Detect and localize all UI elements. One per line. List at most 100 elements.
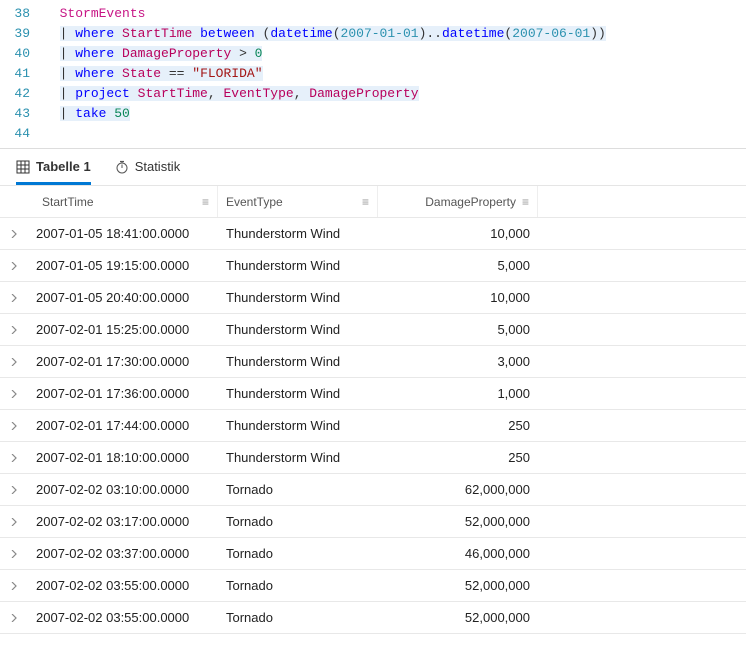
column-header-label: EventType xyxy=(226,195,283,209)
cell-damageproperty: 3,000 xyxy=(378,354,538,369)
column-menu-icon[interactable]: ≡ xyxy=(522,195,529,209)
expand-row-icon[interactable] xyxy=(0,518,28,526)
expand-row-icon[interactable] xyxy=(0,550,28,558)
line-number: 40 xyxy=(0,44,44,64)
cell-starttime: 2007-01-05 18:41:00.0000 xyxy=(28,226,218,241)
results-header-row: StartTime ≡ EventType ≡ DamageProperty ≡ xyxy=(0,186,746,218)
cell-starttime: 2007-02-02 03:55:00.0000 xyxy=(28,578,218,593)
results-tabs: Tabelle 1 Statistik xyxy=(0,149,746,186)
code-content[interactable]: | where DamageProperty > 0 xyxy=(44,44,746,64)
cell-starttime: 2007-02-02 03:55:00.0000 xyxy=(28,610,218,625)
column-header-damageproperty[interactable]: DamageProperty ≡ xyxy=(378,186,538,217)
cell-eventtype: Thunderstorm Wind xyxy=(218,258,378,273)
line-number: 41 xyxy=(0,64,44,84)
cell-starttime: 2007-02-01 17:30:00.0000 xyxy=(28,354,218,369)
cell-eventtype: Thunderstorm Wind xyxy=(218,354,378,369)
cell-starttime: 2007-02-01 17:44:00.0000 xyxy=(28,418,218,433)
code-line[interactable]: 40 | where DamageProperty > 0 xyxy=(0,44,746,64)
cell-damageproperty: 10,000 xyxy=(378,290,538,305)
column-menu-icon[interactable]: ≡ xyxy=(202,195,209,209)
expand-row-icon[interactable] xyxy=(0,230,28,238)
expand-row-icon[interactable] xyxy=(0,422,28,430)
cell-eventtype: Thunderstorm Wind xyxy=(218,386,378,401)
code-content[interactable]: | take 50 xyxy=(44,104,746,124)
table-row[interactable]: 2007-01-05 20:40:00.0000Thunderstorm Win… xyxy=(0,282,746,314)
tab-table[interactable]: Tabelle 1 xyxy=(16,159,91,185)
column-header-starttime[interactable]: StartTime ≡ xyxy=(28,186,218,217)
column-header-label: DamageProperty xyxy=(425,195,516,209)
table-row[interactable]: 2007-02-01 17:44:00.0000Thunderstorm Win… xyxy=(0,410,746,442)
cell-eventtype: Tornado xyxy=(218,514,378,529)
cell-damageproperty: 5,000 xyxy=(378,258,538,273)
cell-damageproperty: 250 xyxy=(378,450,538,465)
expand-row-icon[interactable] xyxy=(0,486,28,494)
cell-starttime: 2007-01-05 20:40:00.0000 xyxy=(28,290,218,305)
cell-eventtype: Tornado xyxy=(218,546,378,561)
code-line[interactable]: 38 StormEvents xyxy=(0,4,746,24)
query-editor[interactable]: 38 StormEvents39 | where StartTime betwe… xyxy=(0,0,746,149)
cell-eventtype: Thunderstorm Wind xyxy=(218,450,378,465)
code-line[interactable]: 42 | project StartTime, EventType, Damag… xyxy=(0,84,746,104)
table-row[interactable]: 2007-02-01 15:25:00.0000Thunderstorm Win… xyxy=(0,314,746,346)
code-content[interactable]: | where State == "FLORIDA" xyxy=(44,64,746,84)
code-line[interactable]: 43 | take 50 xyxy=(0,104,746,124)
cell-damageproperty: 52,000,000 xyxy=(378,578,538,593)
cell-damageproperty: 5,000 xyxy=(378,322,538,337)
cell-eventtype: Thunderstorm Wind xyxy=(218,322,378,337)
expand-row-icon[interactable] xyxy=(0,262,28,270)
line-number: 44 xyxy=(0,124,44,144)
cell-starttime: 2007-02-02 03:10:00.0000 xyxy=(28,482,218,497)
results-grid: StartTime ≡ EventType ≡ DamageProperty ≡… xyxy=(0,186,746,634)
expand-row-icon[interactable] xyxy=(0,358,28,366)
expand-row-icon[interactable] xyxy=(0,454,28,462)
table-row[interactable]: 2007-02-02 03:10:00.0000Tornado62,000,00… xyxy=(0,474,746,506)
code-line[interactable]: 41 | where State == "FLORIDA" xyxy=(0,64,746,84)
cell-eventtype: Tornado xyxy=(218,482,378,497)
cell-damageproperty: 52,000,000 xyxy=(378,514,538,529)
cell-eventtype: Tornado xyxy=(218,578,378,593)
cell-starttime: 2007-01-05 19:15:00.0000 xyxy=(28,258,218,273)
expand-row-icon[interactable] xyxy=(0,294,28,302)
line-number: 39 xyxy=(0,24,44,44)
cell-damageproperty: 10,000 xyxy=(378,226,538,241)
code-content[interactable]: | where StartTime between (datetime(2007… xyxy=(44,24,746,44)
cell-eventtype: Tornado xyxy=(218,610,378,625)
table-icon xyxy=(16,160,30,174)
line-number: 42 xyxy=(0,84,44,104)
table-row[interactable]: 2007-02-02 03:37:00.0000Tornado46,000,00… xyxy=(0,538,746,570)
cell-damageproperty: 250 xyxy=(378,418,538,433)
stopwatch-icon xyxy=(115,160,129,174)
cell-damageproperty: 46,000,000 xyxy=(378,546,538,561)
table-row[interactable]: 2007-02-01 18:10:00.0000Thunderstorm Win… xyxy=(0,442,746,474)
code-content[interactable]: | project StartTime, EventType, DamagePr… xyxy=(44,84,746,104)
tab-statistics-label: Statistik xyxy=(135,159,181,174)
table-row[interactable]: 2007-02-02 03:55:00.0000Tornado52,000,00… xyxy=(0,602,746,634)
table-row[interactable]: 2007-02-02 03:55:00.0000Tornado52,000,00… xyxy=(0,570,746,602)
table-row[interactable]: 2007-01-05 18:41:00.0000Thunderstorm Win… xyxy=(0,218,746,250)
cell-starttime: 2007-02-01 15:25:00.0000 xyxy=(28,322,218,337)
tab-statistics[interactable]: Statistik xyxy=(115,159,181,185)
table-row[interactable]: 2007-02-02 03:17:00.0000Tornado52,000,00… xyxy=(0,506,746,538)
tab-table-label: Tabelle 1 xyxy=(36,159,91,174)
table-row[interactable]: 2007-02-01 17:36:00.0000Thunderstorm Win… xyxy=(0,378,746,410)
cell-eventtype: Thunderstorm Wind xyxy=(218,290,378,305)
code-content[interactable] xyxy=(44,124,746,144)
cell-damageproperty: 52,000,000 xyxy=(378,610,538,625)
expand-row-icon[interactable] xyxy=(0,614,28,622)
line-number: 43 xyxy=(0,104,44,124)
expand-row-icon[interactable] xyxy=(0,390,28,398)
code-line[interactable]: 39 | where StartTime between (datetime(2… xyxy=(0,24,746,44)
cell-starttime: 2007-02-02 03:17:00.0000 xyxy=(28,514,218,529)
expand-row-icon[interactable] xyxy=(0,582,28,590)
code-line[interactable]: 44 xyxy=(0,124,746,144)
code-content[interactable]: StormEvents xyxy=(44,4,746,24)
column-header-label: StartTime xyxy=(42,195,94,209)
column-menu-icon[interactable]: ≡ xyxy=(362,195,369,209)
line-number: 38 xyxy=(0,4,44,24)
cell-starttime: 2007-02-01 18:10:00.0000 xyxy=(28,450,218,465)
expand-row-icon[interactable] xyxy=(0,326,28,334)
column-header-eventtype[interactable]: EventType ≡ xyxy=(218,186,378,217)
table-row[interactable]: 2007-02-01 17:30:00.0000Thunderstorm Win… xyxy=(0,346,746,378)
table-row[interactable]: 2007-01-05 19:15:00.0000Thunderstorm Win… xyxy=(0,250,746,282)
cell-starttime: 2007-02-01 17:36:00.0000 xyxy=(28,386,218,401)
